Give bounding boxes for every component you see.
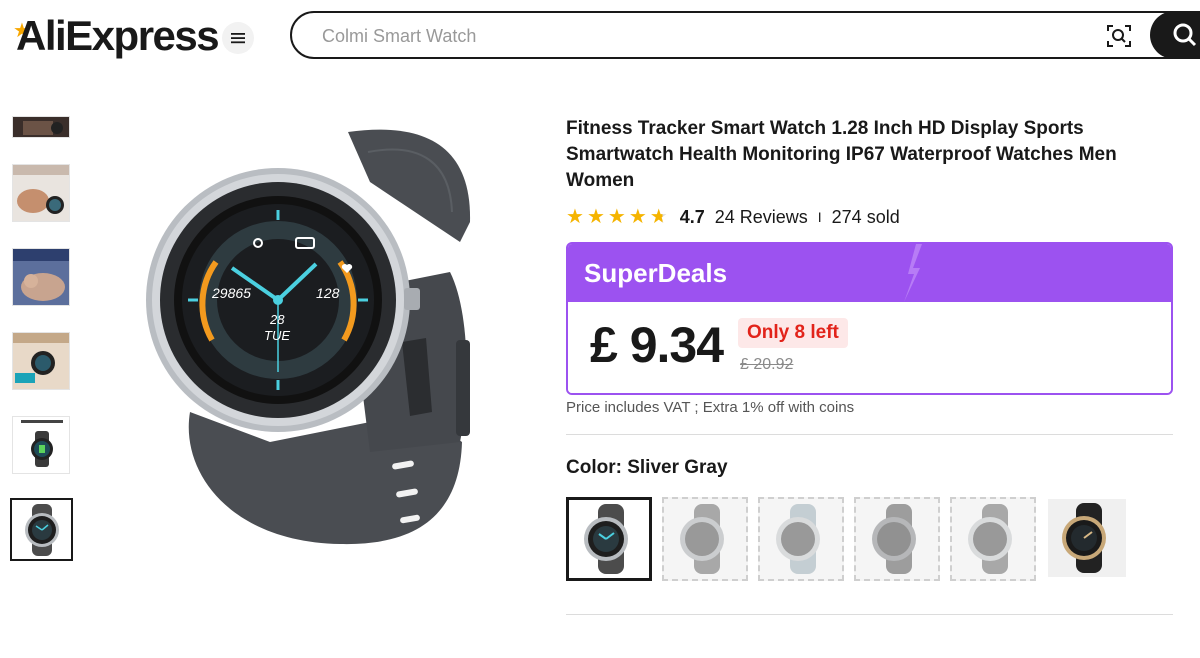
product-main-image[interactable]: 29865 128 28 TUE: [120, 112, 500, 552]
color-option-gray-3[interactable]: [854, 497, 940, 581]
color-option-sliver-gray[interactable]: [566, 497, 652, 581]
rating-row: ★ ★ ★ ★ ★ 4.7 24 Reviews I 274 sold: [566, 204, 1176, 230]
divider: [566, 614, 1173, 615]
watch-weekday-text: TUE: [264, 328, 290, 343]
original-price: £ 20.92: [740, 356, 794, 373]
color-option-gray-4[interactable]: [950, 497, 1036, 581]
magnifier-icon: [1173, 23, 1197, 47]
thumbnail-4[interactable]: [12, 332, 70, 390]
thumbnail-long-standby[interactable]: [12, 416, 70, 474]
thumbnail-list: [10, 100, 76, 570]
watch-day-text: 28: [269, 312, 285, 327]
vat-note: Price includes VAT ; Extra 1% off with c…: [566, 399, 855, 416]
watch-steps-text: 29865: [211, 285, 251, 301]
image-search-button[interactable]: [1104, 21, 1134, 51]
star-half-icon: ★: [649, 206, 668, 228]
product-title: Fitness Tracker Smart Watch 1.28 Inch HD…: [566, 118, 1117, 191]
search-button[interactable]: [1150, 11, 1200, 59]
rating-value: 4.7: [679, 206, 705, 227]
superdeals-label: SuperDeals: [584, 258, 728, 288]
watch-heart-text: 128: [316, 285, 340, 301]
thumbnail-2[interactable]: [12, 164, 70, 222]
color-option-gold-black[interactable]: [1048, 499, 1126, 577]
aliexpress-logo[interactable]: ★ AliExpress: [13, 12, 220, 60]
reviews-link[interactable]: 24 Reviews: [715, 207, 808, 228]
rating-separator: I: [817, 209, 822, 225]
search-input[interactable]: [322, 23, 1022, 49]
sold-count: 274 sold: [831, 206, 900, 227]
superdeals-body: £ 9.34 Only 8 left £ 20.92: [568, 302, 1171, 393]
color-option-gray-1[interactable]: [662, 497, 748, 581]
menu-button[interactable]: [222, 22, 254, 54]
superdeals-header: SuperDeals: [568, 244, 1171, 302]
color-option-gray-2[interactable]: [758, 497, 844, 581]
stock-badge: Only 8 left: [738, 318, 848, 348]
thumbnail-6-selected[interactable]: [10, 498, 73, 561]
divider: [566, 434, 1173, 435]
camera-search-icon: [1107, 25, 1131, 47]
thumbnail-1[interactable]: [12, 116, 70, 138]
lightning-bolt-icon: [904, 244, 922, 302]
rating-stars: ★ ★ ★ ★ ★: [566, 207, 668, 227]
search-bar: [290, 11, 1200, 59]
star-icon: ★: [628, 206, 647, 228]
star-icon: ★: [607, 206, 626, 228]
smartwatch-image: 29865 128 28 TUE: [146, 129, 471, 545]
thumbnail-sleep-monitoring[interactable]: [12, 248, 70, 306]
star-icon: ★: [566, 206, 584, 228]
color-swatches: [566, 497, 1176, 583]
header: ★ AliExpress: [0, 0, 1200, 70]
superdeals-box: SuperDeals £ 9.34 Only 8 left £ 20.92: [566, 242, 1173, 395]
current-price: £ 9.34: [590, 317, 724, 373]
star-icon: ★: [586, 206, 605, 228]
product-info: Fitness Tracker Smart Watch 1.28 Inch HD…: [566, 116, 1176, 583]
hamburger-menu-icon: [231, 33, 245, 44]
color-label: Color: Sliver Gray: [566, 457, 728, 478]
